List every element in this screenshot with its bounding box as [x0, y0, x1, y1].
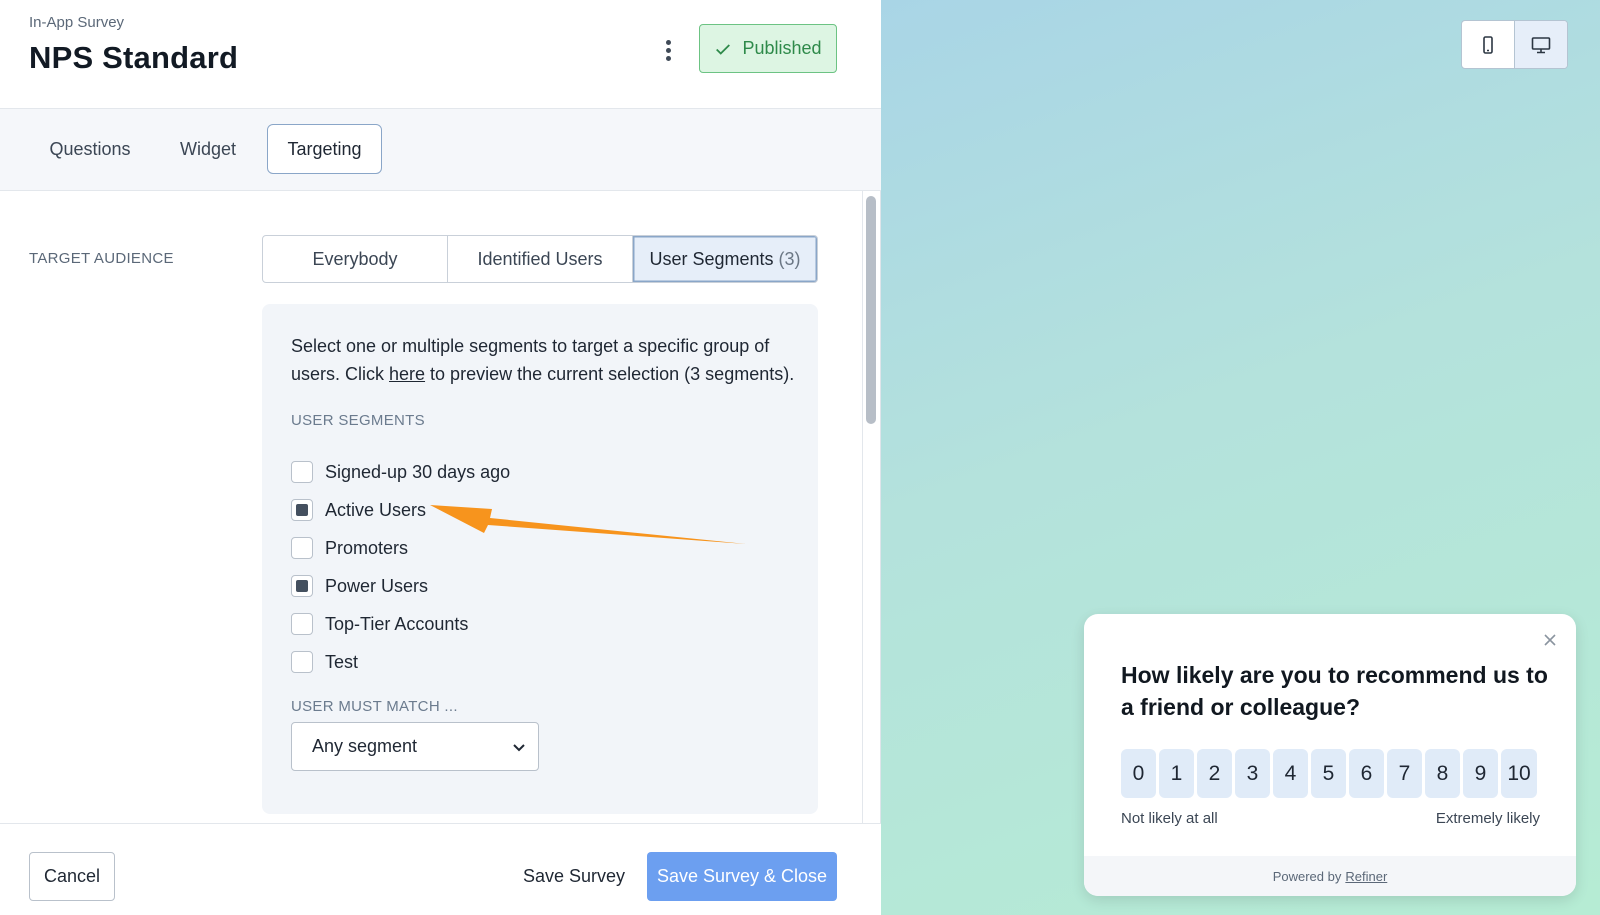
segment-option[interactable]: Test: [291, 649, 358, 675]
save-and-close-button[interactable]: Save Survey & Close: [647, 852, 837, 901]
device-toggle: [1461, 20, 1568, 69]
segment-count: (3): [778, 248, 801, 269]
mobile-icon: [1483, 35, 1493, 54]
user-must-match-label: USER MUST MATCH ...: [291, 698, 458, 715]
segment-option[interactable]: Promoters: [291, 535, 408, 561]
check-icon: [716, 43, 731, 55]
segment-option[interactable]: Active Users: [291, 497, 426, 523]
powered-by-text: Powered by: [1272, 868, 1342, 884]
target-audience-selector: Everybody Identified Users User Segments…: [262, 235, 818, 283]
tab-targeting[interactable]: Targeting: [267, 124, 382, 174]
user-segments-panel: Select one or multiple segments to targe…: [262, 304, 818, 814]
segment-checkbox[interactable]: [291, 537, 313, 559]
published-status-button[interactable]: Published: [699, 24, 837, 73]
scrollbar-thumb[interactable]: [866, 196, 876, 424]
nps-score-button[interactable]: 2: [1197, 749, 1232, 798]
user-segments-label: USER SEGMENTS: [291, 412, 425, 429]
survey-preview-area: How likely are you to recommend us to a …: [881, 0, 1600, 915]
cancel-button[interactable]: Cancel: [29, 852, 115, 901]
save-survey-button[interactable]: Save Survey: [510, 852, 638, 901]
segment-label: Promoters: [325, 537, 409, 558]
editor-header: In-App Survey NPS Standard Published: [0, 0, 881, 109]
survey-editor-panel: In-App Survey NPS Standard Published Que…: [0, 0, 881, 915]
audience-option-label: User Segments: [649, 248, 774, 269]
nps-score-button[interactable]: 1: [1159, 749, 1194, 798]
segment-label: Top-Tier Accounts: [325, 613, 469, 634]
nps-score-button[interactable]: 4: [1273, 749, 1308, 798]
scrollbar-track: [862, 191, 863, 823]
editor-tabs: Questions Widget Targeting: [0, 109, 881, 191]
chevron-down-icon: [513, 743, 525, 751]
tab-questions[interactable]: Questions: [28, 124, 152, 174]
segment-checkbox[interactable]: [291, 499, 313, 521]
desktop-icon: [1531, 36, 1551, 53]
survey-type-label: In-App Survey: [29, 14, 125, 31]
tab-widget[interactable]: Widget: [160, 124, 256, 174]
more-options-icon[interactable]: [654, 36, 682, 64]
audience-option-identified-users[interactable]: Identified Users: [448, 236, 633, 282]
nps-score-button[interactable]: 7: [1387, 749, 1422, 798]
status-label: Published: [742, 38, 822, 58]
powered-by-footer: Powered by Refiner: [1084, 856, 1576, 896]
description-text-end: to preview the current selection (3 segm…: [425, 364, 795, 384]
segment-checkbox[interactable]: [291, 651, 313, 673]
mobile-preview-button[interactable]: [1462, 21, 1515, 68]
segment-option[interactable]: Power Users: [291, 573, 428, 599]
page-title: NPS Standard: [29, 40, 239, 75]
segment-checkbox[interactable]: [291, 613, 313, 635]
segment-label: Power Users: [325, 575, 429, 596]
desktop-preview-button[interactable]: [1515, 21, 1567, 68]
target-audience-label: TARGET AUDIENCE: [29, 250, 174, 267]
nps-score-button[interactable]: 10: [1501, 749, 1537, 798]
nps-survey-widget: How likely are you to recommend us to a …: [1084, 614, 1576, 896]
nps-score-button[interactable]: 0: [1121, 749, 1156, 798]
nps-score-button[interactable]: 8: [1425, 749, 1460, 798]
segment-label: Signed-up 30 days ago: [325, 461, 511, 482]
refiner-link[interactable]: Refiner: [1345, 869, 1387, 884]
annotation-arrow-icon: [430, 505, 746, 544]
segment-label: Test: [325, 651, 359, 672]
audience-option-user-segments[interactable]: User Segments (3): [633, 236, 817, 282]
segment-option[interactable]: Top-Tier Accounts: [291, 611, 468, 637]
nps-score-button[interactable]: 3: [1235, 749, 1270, 798]
segment-option[interactable]: Signed-up 30 days ago: [291, 459, 510, 485]
survey-question: How likely are you to recommend us to a …: [1121, 662, 1548, 720]
scale-low-label: Not likely at all: [1121, 810, 1218, 827]
audience-option-everybody[interactable]: Everybody: [263, 236, 448, 282]
nps-score-button[interactable]: 5: [1311, 749, 1346, 798]
match-mode-select[interactable]: Any segment: [291, 722, 539, 771]
nps-score-button[interactable]: 9: [1463, 749, 1498, 798]
preview-selection-link[interactable]: here: [389, 364, 425, 384]
scale-high-label: Extremely likely: [1435, 810, 1540, 827]
nps-scale: 0 1 2 3 4 5 6 7 8 9 10: [1121, 749, 1537, 798]
segment-checkbox[interactable]: [291, 575, 313, 597]
segment-label: Active Users: [325, 499, 427, 520]
match-mode-value: Any segment: [312, 736, 418, 756]
nps-score-button[interactable]: 6: [1349, 749, 1384, 798]
close-icon[interactable]: [1540, 630, 1560, 650]
segment-checkbox[interactable]: [291, 461, 313, 483]
segments-description: Select one or multiple segments to targe…: [291, 332, 801, 388]
editor-footer: Cancel Save Survey Save Survey & Close: [0, 823, 881, 915]
